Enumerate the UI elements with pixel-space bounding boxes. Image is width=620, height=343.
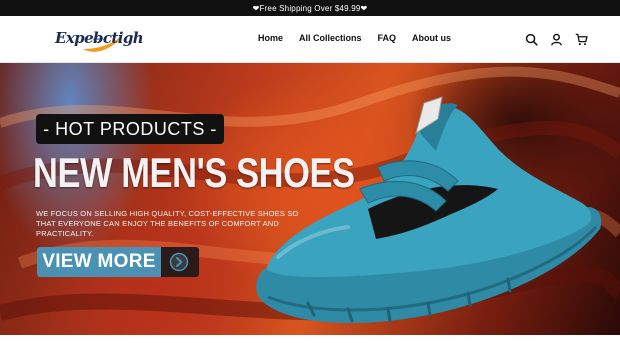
nav-home[interactable]: Home xyxy=(258,33,283,43)
user-icon[interactable] xyxy=(550,33,563,46)
hero-banner: - HOT PRODUCTS - NEW MEN'S SHOES WE FOCU… xyxy=(0,63,620,335)
search-icon[interactable] xyxy=(525,33,538,46)
nav-all-collections[interactable]: All Collections xyxy=(299,33,362,43)
nav-about-us[interactable]: About us xyxy=(412,33,451,43)
logo-text: Expeb̶ctigh xyxy=(55,29,144,47)
product-shoe-image xyxy=(256,96,602,324)
site-header: Expeb̶ctigh Home All Collections FAQ Abo… xyxy=(0,16,620,63)
announcement-bar: ❤Free Shipping Over $49.99❤ xyxy=(0,0,620,16)
logo[interactable]: Expeb̶ctigh xyxy=(55,25,144,55)
hot-products-badge: - HOT PRODUCTS - xyxy=(36,114,224,144)
view-more-label: VIEW MORE xyxy=(37,247,161,277)
cart-icon[interactable] xyxy=(575,33,588,46)
main-nav: Home All Collections FAQ About us xyxy=(258,33,467,43)
chevron-right-icon xyxy=(169,252,189,272)
view-more-button[interactable]: VIEW MORE xyxy=(37,247,199,277)
nav-faq[interactable]: FAQ xyxy=(378,33,397,43)
header-icons xyxy=(525,33,600,46)
announcement-text: ❤Free Shipping Over $49.99❤ xyxy=(252,3,368,13)
